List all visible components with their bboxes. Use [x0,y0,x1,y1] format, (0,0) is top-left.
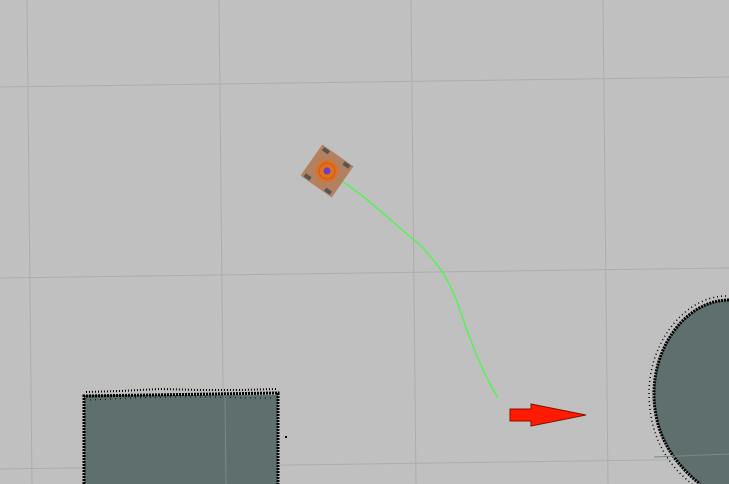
obstacle-box [82,387,287,484]
obstacle-box-fill [84,395,278,484]
grid-line [410,0,417,484]
map-viewport[interactable] [0,0,729,484]
grid-line [0,76,729,88]
grid-line [602,0,609,484]
grid-line [0,267,729,279]
obstacle-cylinder [648,295,729,484]
goal-arrow-shaft [509,403,587,427]
goal-arrow-icon[interactable] [509,403,587,427]
obstacle-box-noise [85,387,277,393]
robot-footprint-icon[interactable] [300,144,354,198]
grid-line [26,0,33,484]
planned-path [336,177,499,399]
laser-point [285,436,287,438]
map-scene[interactable] [0,0,729,484]
